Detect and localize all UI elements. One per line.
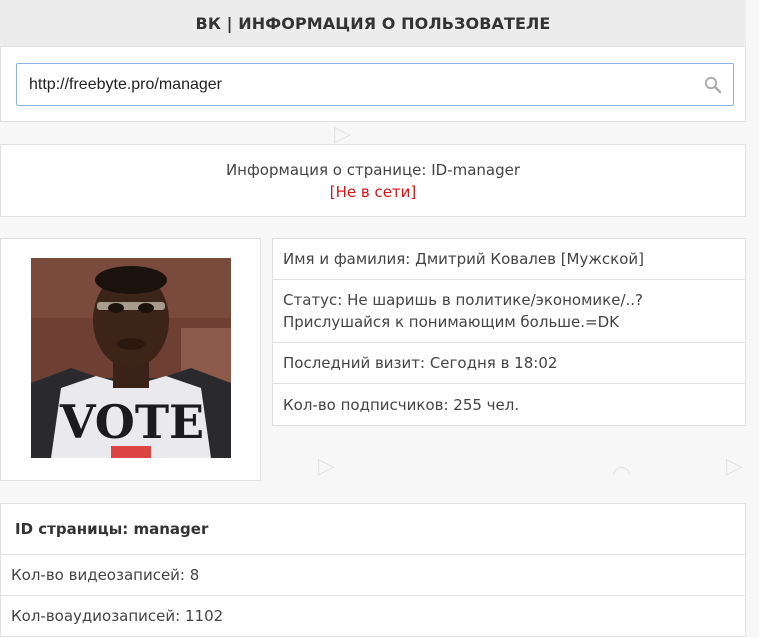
- detail-row-followers: Кол-во подписчиков: 255 чел.: [273, 384, 745, 425]
- bg-triangle-shape: ▷: [334, 122, 351, 147]
- search-panel: [0, 46, 746, 122]
- online-status-badge: [Не в сети]: [329, 182, 417, 201]
- bg-triangle-shape: ▷: [726, 454, 743, 479]
- page-info-title: Информация о странице: ID-manager: [225, 160, 521, 179]
- audio-count-text: Кол-воаудиозаписей: 1102: [11, 607, 224, 625]
- search-icon[interactable]: [693, 64, 733, 105]
- shirt-text: VOTE: [59, 395, 204, 449]
- detail-row-name: Имя и фамилия: Дмитрий Ковалев [Мужской]: [273, 239, 745, 280]
- page-header: ВК | ИНФОРМАЦИЯ О ПОЛЬЗОВАТЕЛЕ: [0, 0, 746, 46]
- status-text: Статус: Не шаришь в политике/экономике/.…: [283, 291, 643, 331]
- page-id-panel: ID страницы: manager Кол-во видеозаписей…: [0, 503, 746, 637]
- last-visit-text: Последний визит: Сегодня в 18:02: [283, 354, 558, 372]
- video-count-text: Кол-во видеозаписей: 8: [11, 566, 200, 584]
- name-text: Имя и фамилия: Дмитрий Ковалев [Мужской]: [283, 250, 644, 268]
- followers-text: Кол-во подписчиков: 255 чел.: [283, 395, 520, 414]
- user-details-panel: Имя и фамилия: Дмитрий Ковалев [Мужской]…: [272, 238, 746, 426]
- audio-count-row: Кол-воаудиозаписей: 1102: [1, 596, 745, 637]
- page-id-title: ID страницы: manager: [1, 504, 745, 555]
- search-box[interactable]: [16, 63, 734, 106]
- photo-panel: VOTE: [0, 238, 261, 481]
- page-root: ▷ ▷ ◠ ▷ ВК | ИНФОРМАЦИЯ О ПОЛЬЗОВАТЕЛЕ И…: [0, 0, 759, 637]
- video-count-row: Кол-во видеозаписей: 8: [1, 555, 745, 596]
- detail-row-last-visit: Последний визит: Сегодня в 18:02: [273, 343, 745, 384]
- page-info-panel: Информация о странице: ID-manager [Не в …: [0, 144, 746, 217]
- bg-arc-shape: ◠: [612, 462, 632, 487]
- search-input[interactable]: [17, 64, 693, 105]
- bg-triangle-shape: ▷: [318, 454, 335, 479]
- detail-row-status: Статус: Не шаришь в политике/экономике/.…: [273, 280, 745, 343]
- avatar[interactable]: VOTE: [31, 258, 231, 458]
- page-title: ВК | ИНФОРМАЦИЯ О ПОЛЬЗОВАТЕЛЕ: [195, 13, 551, 33]
